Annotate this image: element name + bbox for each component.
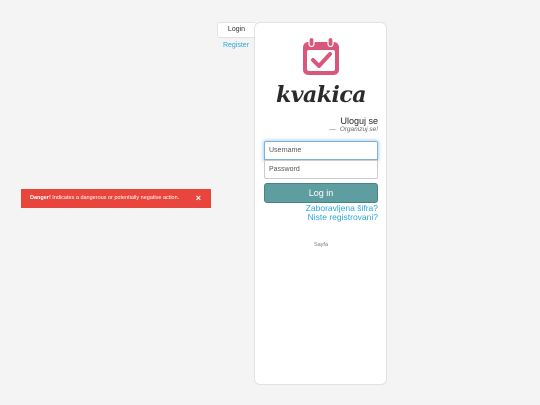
brand-logo-text: kvakica (275, 82, 367, 108)
auth-tabs: Login Register (217, 22, 255, 53)
tab-login[interactable]: Login (217, 22, 255, 38)
alert-message: Indicates a dangerous or potentially neg… (50, 195, 180, 201)
danger-alert: Danger! Indicates a dangerous or potenti… (21, 189, 211, 208)
calendar-check-icon (303, 36, 339, 75)
password-input[interactable] (264, 160, 378, 179)
subheading-text: Organizuj se! (339, 126, 378, 133)
alert-strong: Danger! (30, 195, 51, 201)
not-registered-link[interactable]: Niste registrovani? (308, 212, 378, 222)
login-button[interactable]: Log in (264, 183, 378, 203)
subheading-dash: — (329, 126, 336, 133)
form-subheading: — Organizuj se! (264, 126, 378, 133)
footer-text: Sayfa (313, 242, 329, 248)
tab-register[interactable]: Register (217, 39, 255, 53)
close-icon[interactable]: × (196, 189, 201, 208)
username-input[interactable] (264, 141, 378, 160)
form-heading: Uloguj se (340, 116, 378, 126)
